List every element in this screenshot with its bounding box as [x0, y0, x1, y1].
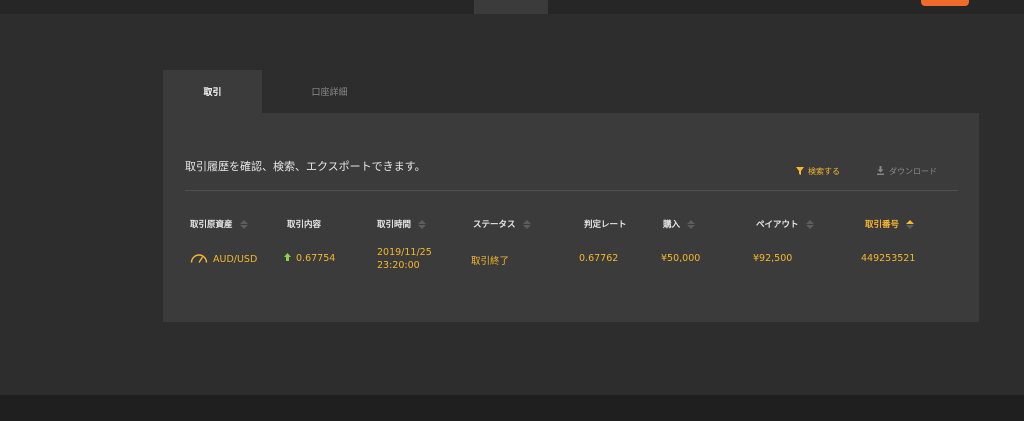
column-header-status[interactable]: ステータス [473, 218, 531, 230]
search-label: 検索する [808, 167, 840, 176]
column-header-payout[interactable]: ペイアウト [756, 218, 814, 230]
nav-item[interactable] [575, 0, 615, 14]
divider [185, 190, 958, 191]
table-cell-time: 2019/11/25 23:20:00 [377, 247, 432, 271]
panel-description: 取引履歴を確認、検索、エクスポートできます。 [185, 160, 426, 173]
up-arrow-icon [284, 253, 291, 264]
footer [0, 395, 1024, 421]
top-navigation [0, 0, 1024, 14]
column-header-time[interactable]: 取引時間 [377, 218, 427, 230]
table-cell-payout: ¥92,500 [753, 253, 793, 264]
table-cell-judgment-rate: 0.67762 [579, 253, 619, 264]
nav-item-active[interactable] [474, 0, 548, 14]
tab-account-details[interactable]: 口座詳細 [262, 70, 397, 113]
sort-icon [805, 219, 814, 229]
login-button[interactable] [921, 0, 969, 6]
download-label: ダウンロード [889, 167, 937, 176]
table-cell-purchase: ¥50,000 [661, 253, 701, 264]
sort-icon [906, 219, 915, 229]
column-header-trade-content: 取引内容 [287, 220, 322, 230]
sort-icon [418, 219, 427, 229]
nav-item[interactable] [302, 0, 354, 14]
column-header-purchase[interactable]: 購入 [663, 218, 696, 230]
sort-icon [522, 219, 531, 229]
nav-item[interactable] [394, 0, 446, 14]
nav-item[interactable] [657, 0, 679, 14]
search-button[interactable]: 検索する [796, 166, 840, 177]
sort-icon [687, 219, 696, 229]
tab-trade[interactable]: 取引 [163, 70, 262, 113]
column-header-asset[interactable]: 取引原資産 [190, 218, 248, 230]
download-icon [876, 166, 885, 177]
column-header-judgment-rate: 判定レート [584, 220, 627, 230]
filter-icon [796, 166, 804, 177]
table-cell-status: 取引終了 [471, 256, 510, 267]
table-cell-trade-id: 449253521 [861, 253, 916, 264]
nav-item[interactable] [190, 0, 260, 14]
download-button[interactable]: ダウンロード [876, 166, 937, 177]
table-cell-asset: AUD/USD [190, 253, 257, 266]
column-header-trade-id[interactable]: 取引番号 [865, 218, 915, 230]
table-cell-trade-rate: 0.67754 [284, 253, 335, 264]
trade-history-panel: 取引履歴を確認、検索、エクスポートできます。 検索する ダウンロード 取引原資産… [163, 113, 979, 322]
sort-icon [239, 219, 248, 229]
gauge-icon [190, 253, 208, 266]
